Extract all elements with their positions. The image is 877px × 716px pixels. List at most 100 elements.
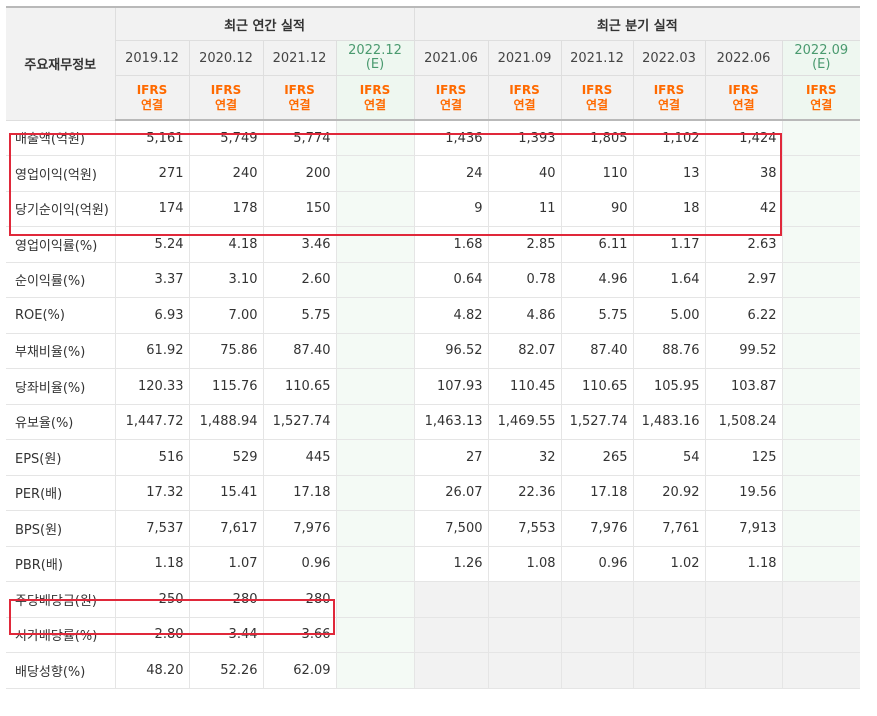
quarter-value-cell — [782, 368, 861, 405]
quarter-value-cell: 5.75 — [561, 297, 634, 334]
quarter-empty-cell — [705, 617, 783, 653]
consolidated-text: 연결 — [810, 97, 833, 112]
corner-label: 주요재무정보 — [6, 6, 116, 121]
ifrs-header-row: IFRS 연결 IFRS 연결 IFRS 연결 IFRS 연결 IFRS 연결 IFRS 연결 IFRS… — [6, 75, 861, 121]
quarter-empty-cell — [782, 581, 861, 618]
quarter-value-cell: 96.52 — [414, 332, 489, 369]
quarter-empty-cell — [705, 652, 783, 689]
annual-value-cell: 7,976 — [263, 510, 337, 547]
quarter-value-cell: 1,436 — [414, 120, 489, 156]
quarter-period-header: 2021.09 — [488, 40, 562, 76]
ifrs-text: IFRS — [805, 82, 837, 97]
period-label: 2022.09 — [794, 43, 849, 58]
table-row: 영업이익률(%) 5.24 4.18 3.46 1.68 2.85 6.11 1.17 2.63 — [6, 226, 861, 263]
table-row: 매출액(억원) 5,161 5,749 5,774 1,436 1,393 1,805 1,1… — [6, 120, 861, 156]
annual-value-cell: 5,749 — [189, 120, 264, 156]
quarter-value-cell: 110.65 — [561, 368, 634, 405]
annual-value-cell: 1,447.72 — [115, 404, 190, 440]
quarter-value-cell: 110.45 — [488, 368, 562, 405]
quarter-period-header: 2022.03 — [633, 40, 706, 76]
table-row: 주당배당금(원) 250 280 280 — [6, 581, 861, 618]
consolidated-text: 연결 — [363, 97, 387, 112]
annual-value-cell — [336, 120, 415, 156]
quarter-value-cell: 26.07 — [414, 475, 489, 511]
row-label: 영업이익률(%) — [6, 226, 116, 263]
quarter-value-cell — [782, 439, 861, 476]
quarter-value-cell: 4.86 — [488, 297, 562, 334]
annual-value-cell: 5,774 — [263, 120, 337, 156]
quarter-empty-cell — [414, 652, 489, 689]
annual-value-cell: 75.86 — [189, 332, 264, 369]
quarter-value-cell — [782, 226, 861, 263]
annual-value-cell — [336, 226, 415, 263]
quarter-empty-cell — [633, 652, 706, 689]
consolidated-text: 연결 — [585, 97, 609, 112]
annual-value-cell: 7,537 — [115, 510, 190, 547]
annual-value-cell — [336, 404, 415, 440]
table-row: 당기순이익(억원) 174 178 150 9 11 90 18 42 — [6, 191, 861, 227]
period-label: 2022.12 — [348, 43, 402, 58]
quarter-value-cell: 38 — [705, 155, 783, 192]
annual-period-header: 2020.12 — [189, 40, 264, 76]
quarter-value-cell — [782, 120, 861, 156]
quarter-empty-cell — [633, 581, 706, 618]
annual-value-cell: 17.18 — [263, 475, 337, 511]
annual-value-cell: 62.09 — [263, 652, 337, 689]
row-label: 당좌비율(%) — [6, 368, 116, 405]
quarter-value-cell: 2.63 — [705, 226, 783, 263]
annual-value-cell: 2.80 — [115, 617, 190, 653]
annual-period-header: 2019.12 — [115, 40, 190, 76]
ifrs-consolidated-label: IFRS 연결 — [488, 75, 562, 121]
quarter-value-cell: 4.96 — [561, 262, 634, 298]
quarter-empty-cell — [633, 617, 706, 653]
table-header: 주요재무정보 최근 연간 실적 최근 분기 실적 2019.12 2020.12 2… — [6, 6, 861, 121]
quarter-empty-cell — [782, 652, 861, 689]
annual-value-cell — [336, 439, 415, 476]
quarter-period-header: 2022.09 (E) — [782, 40, 861, 76]
quarter-value-cell: 105.95 — [633, 368, 706, 405]
quarter-value-cell: 7,913 — [705, 510, 783, 547]
annual-value-cell: 61.92 — [115, 332, 190, 369]
annual-value-cell: 110.65 — [263, 368, 337, 405]
consolidated-text: 연결 — [288, 97, 311, 112]
quarter-empty-cell — [414, 581, 489, 618]
quarter-value-cell: 11 — [488, 191, 562, 227]
annual-value-cell: 5.24 — [115, 226, 190, 263]
quarter-value-cell: 1,805 — [561, 120, 634, 156]
annual-value-cell: 3.44 — [189, 617, 264, 653]
quarter-value-cell: 1.08 — [488, 546, 562, 582]
ifrs-text: IFRS — [136, 82, 168, 97]
period-label: 2021.06 — [424, 50, 478, 66]
ifrs-text: IFRS — [653, 82, 685, 97]
annual-value-cell: 5,161 — [115, 120, 190, 156]
quarter-empty-cell — [561, 617, 634, 653]
quarter-empty-cell — [705, 581, 783, 618]
quarter-value-cell — [782, 297, 861, 334]
table-row: 유보율(%) 1,447.72 1,488.94 1,527.74 1,463.13 1,… — [6, 404, 861, 440]
ifrs-consolidated-label: IFRS 연결 — [705, 75, 783, 121]
period-label: 2021.09 — [497, 50, 552, 66]
quarter-value-cell: 0.64 — [414, 262, 489, 298]
annual-value-cell — [336, 262, 415, 298]
annual-value-cell: 17.32 — [115, 475, 190, 511]
annual-value-cell: 445 — [263, 439, 337, 476]
annual-value-cell: 1,488.94 — [189, 404, 264, 440]
quarter-value-cell: 6.22 — [705, 297, 783, 334]
annual-value-cell: 150 — [263, 191, 337, 227]
quarter-value-cell: 107.93 — [414, 368, 489, 405]
quarter-value-cell: 19.56 — [705, 475, 783, 511]
ifrs-text: IFRS — [435, 82, 467, 97]
financial-summary-widget: 주요재무정보 최근 연간 실적 최근 분기 실적 2019.12 2020.12 2… — [6, 6, 861, 689]
annual-value-cell: 529 — [189, 439, 264, 476]
financial-summary-table: 주요재무정보 최근 연간 실적 최근 분기 실적 2019.12 2020.12 2… — [6, 6, 861, 689]
ifrs-text: IFRS — [728, 82, 759, 97]
quarter-value-cell — [782, 155, 861, 192]
annual-value-cell — [336, 475, 415, 511]
row-label: 당기순이익(억원) — [6, 191, 116, 227]
annual-value-cell: 52.26 — [189, 652, 264, 689]
annual-value-cell: 178 — [189, 191, 264, 227]
quarter-value-cell: 0.96 — [561, 546, 634, 582]
quarter-empty-cell — [414, 617, 489, 653]
quarter-value-cell — [782, 546, 861, 582]
period-label: 2022.06 — [716, 50, 771, 66]
